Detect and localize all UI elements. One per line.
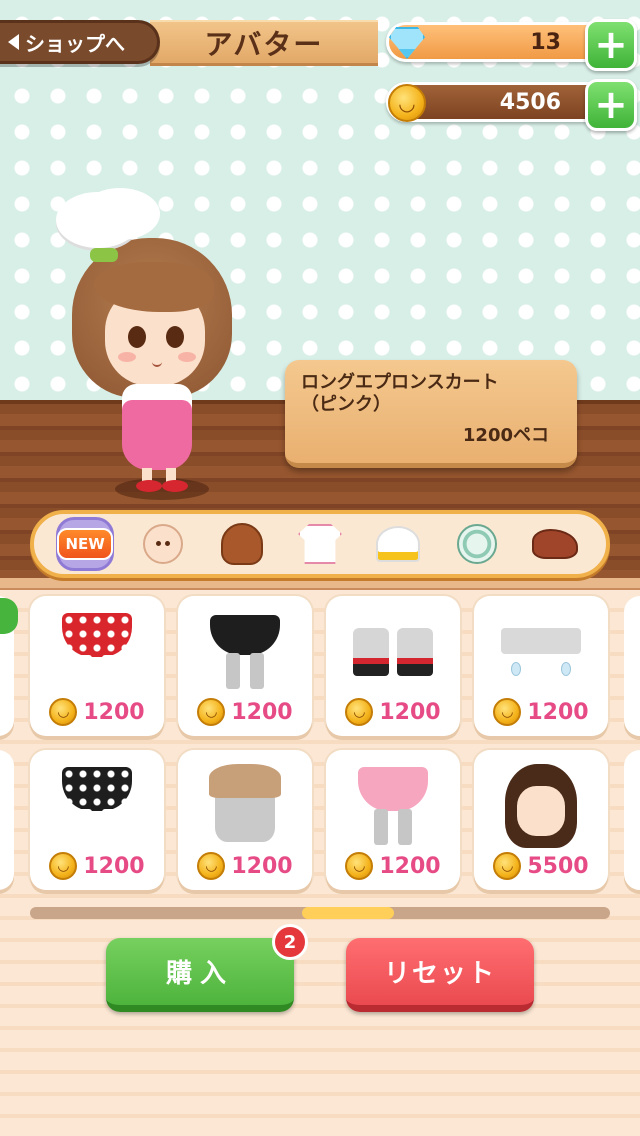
item-card[interactable]: ◡ 1200 [178, 750, 312, 890]
item-grid[interactable]: ◡ 1200 ◡ 1200 ◡ 1200 ◡ 1200 ◡ 1200 ◡ 1200 [0, 590, 640, 900]
pink-apron-icon [122, 400, 192, 470]
tab-hat[interactable] [369, 517, 427, 571]
coin-balance: ◡ 4506 + [386, 79, 637, 131]
category-tabs: NEW [30, 510, 610, 578]
buy-button-label: 購入 [165, 959, 234, 989]
item-price: 1200 [527, 699, 589, 725]
diamond-icon [383, 19, 431, 67]
hair-icon [220, 523, 263, 565]
item-card[interactable]: ◡ 1200 [178, 596, 312, 736]
item-card[interactable]: ◡ 1200 [326, 750, 460, 890]
accessory-icon [456, 524, 497, 564]
avatar-preview[interactable] [50, 190, 250, 510]
red-polka-skirt-icon [52, 606, 142, 698]
new-icon: NEW [57, 528, 113, 560]
buy-count-badge: 2 [272, 924, 308, 960]
item-price: 1200 [231, 699, 293, 725]
white-boots-icon [348, 606, 438, 698]
item-card[interactable]: ◡ 5500 [474, 750, 608, 890]
tab-new[interactable]: NEW [56, 517, 115, 571]
coin-icon: ◡ [493, 852, 522, 880]
item-card-partial[interactable] [624, 750, 640, 890]
add-coins-button[interactable]: + [585, 79, 637, 131]
gem-count: 13 [530, 29, 561, 55]
coin-count: 4506 [499, 89, 561, 115]
page-title-text: アバター [204, 27, 324, 61]
selected-item-info: ロングエプロンスカート （ピンク） 1200ペコ [285, 360, 577, 468]
shoes-icon [531, 529, 578, 559]
clothes-icon [297, 524, 342, 564]
item-card[interactable]: ◡ 1200 [326, 596, 460, 736]
back-to-shop-label: ショップへ [25, 31, 125, 56]
shelf-edge [0, 578, 640, 590]
item-card[interactable]: ◡ 1200 [474, 596, 608, 736]
item-card-partial[interactable] [624, 596, 640, 736]
item-price: 1200 [83, 853, 145, 879]
item-card[interactable]: ◡ 1200 [30, 750, 164, 890]
drop-earrings-icon [496, 606, 586, 698]
tab-face[interactable] [134, 517, 192, 571]
brown-bob-hair-icon [496, 760, 586, 852]
tab-hair[interactable] [213, 517, 271, 571]
item-card-partial[interactable] [0, 750, 14, 890]
item-scrollbar-thumb[interactable] [302, 907, 394, 919]
coin-icon: ◡ [49, 852, 78, 880]
tab-accessory[interactable] [448, 517, 506, 571]
back-arrow-icon [8, 34, 19, 50]
item-price: 5500 [527, 853, 589, 879]
coin-icon: ◡ [345, 698, 374, 726]
item-card[interactable]: ◡ 1200 [30, 596, 164, 736]
reset-button-label: リセット [383, 959, 496, 989]
add-gems-button[interactable]: + [585, 19, 637, 71]
item-price: 1200 [379, 699, 441, 725]
brown-hat-icon [200, 760, 290, 852]
coin-icon: ◡ [493, 698, 522, 726]
pink-tutu-skirt-icon [348, 760, 438, 852]
tab-clothes[interactable] [291, 517, 349, 571]
tab-shoes[interactable] [526, 517, 584, 571]
item-price: 1200 [379, 853, 441, 879]
black-polka-skirt-icon [52, 760, 142, 852]
reset-button[interactable]: リセット [346, 938, 534, 1012]
selected-item-name-line1: ロングエプロンスカート [301, 372, 499, 393]
selected-item-price: 1200ペコ [462, 425, 549, 446]
item-price: 1200 [83, 699, 145, 725]
buy-button[interactable]: 購入 [106, 938, 294, 1012]
selected-item-name-line2: （ピンク） [301, 394, 391, 415]
coin-icon: ◡ [383, 79, 431, 127]
gem-balance: 13 + [386, 19, 637, 71]
hat-icon [376, 526, 421, 562]
page-title: アバター [150, 20, 378, 66]
coin-icon: ◡ [345, 852, 374, 880]
black-frill-skirt-icon [200, 606, 290, 698]
coin-icon: ◡ [197, 698, 226, 726]
coin-icon: ◡ [197, 852, 226, 880]
chef-hat-icon [56, 192, 140, 248]
item-price: 1200 [231, 853, 293, 879]
coin-icon: ◡ [49, 698, 78, 726]
face-icon [143, 524, 184, 564]
back-to-shop-button[interactable]: ショップへ [0, 20, 160, 64]
